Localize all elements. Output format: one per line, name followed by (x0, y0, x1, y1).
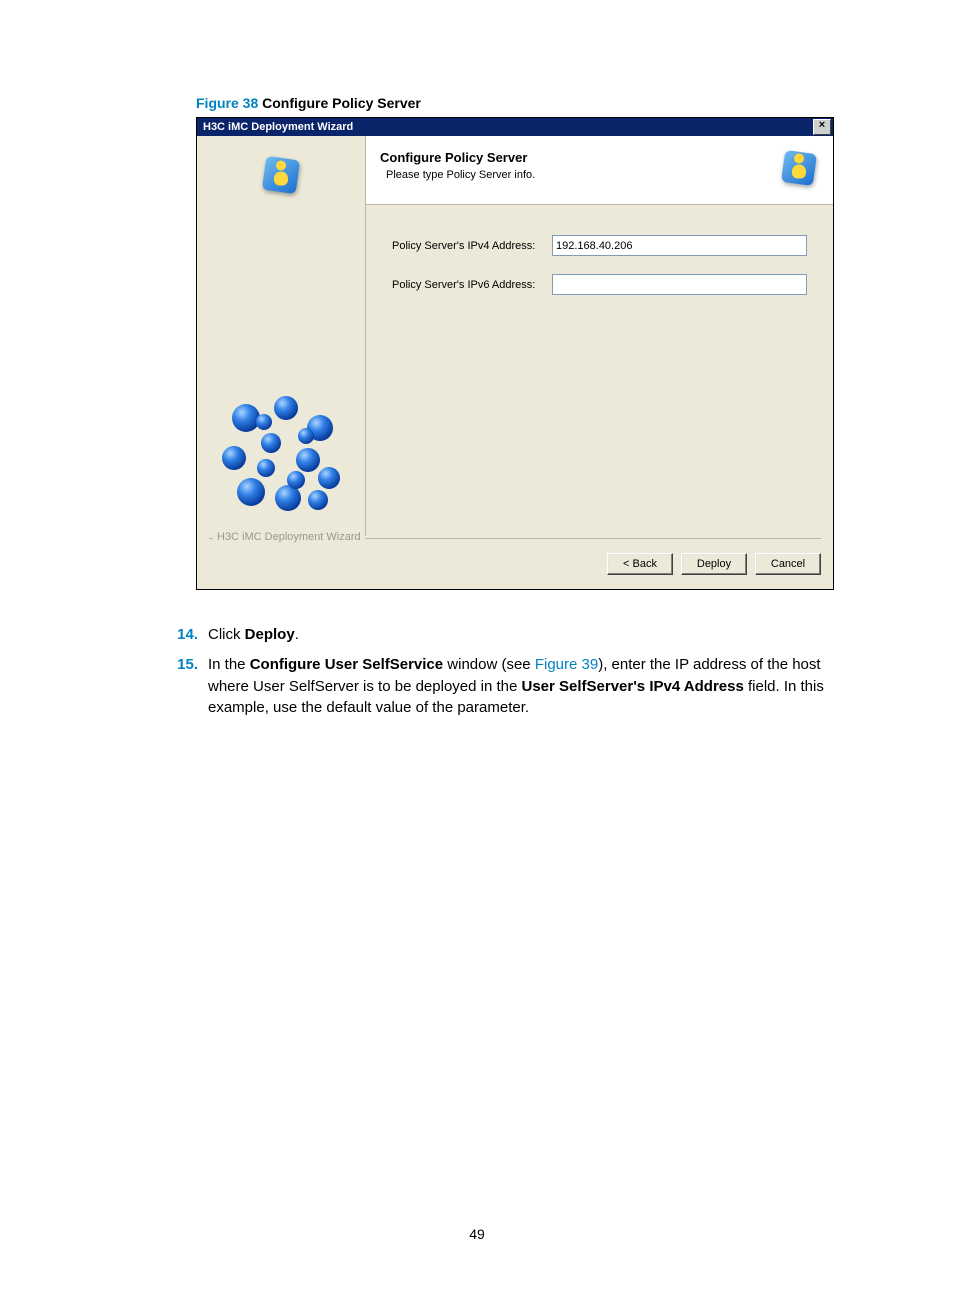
header-title: Configure Policy Server (380, 150, 535, 165)
step-number: 14. (164, 624, 208, 646)
titlebar: H3C iMC Deployment Wizard × (197, 118, 833, 136)
wizard-right-pane: Configure Policy Server Please type Poli… (365, 136, 833, 536)
wizard-footer: H3C iMC Deployment Wizard < Back Deploy … (197, 536, 833, 589)
list-item: 15. In the Configure User SelfService wi… (164, 654, 858, 719)
close-button[interactable]: × (813, 119, 831, 135)
step-number: 15. (164, 654, 208, 719)
instruction-list: 14. Click Deploy. 15. In the Configure U… (164, 624, 858, 719)
wizard-window: H3C iMC Deployment Wizard × (196, 117, 834, 590)
list-item: 14. Click Deploy. (164, 624, 858, 646)
header-subtitle: Please type Policy Server info. (380, 169, 535, 181)
info-icon (260, 154, 302, 196)
figure-link[interactable]: Figure 39 (535, 656, 598, 673)
wizard-header: Configure Policy Server Please type Poli… (366, 136, 833, 205)
ipv6-input[interactable] (552, 274, 807, 295)
figure-title: Configure Policy Server (262, 95, 421, 111)
ipv4-input[interactable] (552, 235, 807, 256)
back-button[interactable]: < Back (607, 553, 673, 575)
deploy-button[interactable]: Deploy (681, 553, 747, 575)
molecule-graphic (216, 388, 346, 518)
window-title: H3C iMC Deployment Wizard (203, 121, 353, 133)
page-number: 49 (0, 1226, 954, 1242)
info-icon (779, 148, 819, 188)
ipv4-label: Policy Server's IPv4 Address: (392, 240, 552, 252)
cancel-button[interactable]: Cancel (755, 553, 821, 575)
wizard-left-pane (197, 136, 365, 536)
footer-group-label: H3C iMC Deployment Wizard (213, 531, 365, 543)
form-area: Policy Server's IPv4 Address: Policy Ser… (366, 205, 833, 535)
figure-caption: Figure 38 Configure Policy Server (196, 95, 858, 111)
ipv6-label: Policy Server's IPv6 Address: (392, 279, 552, 291)
step-text: In the Configure User SelfService window… (208, 654, 858, 719)
step-text: Click Deploy. (208, 624, 858, 646)
figure-label: Figure 38 (196, 95, 258, 111)
